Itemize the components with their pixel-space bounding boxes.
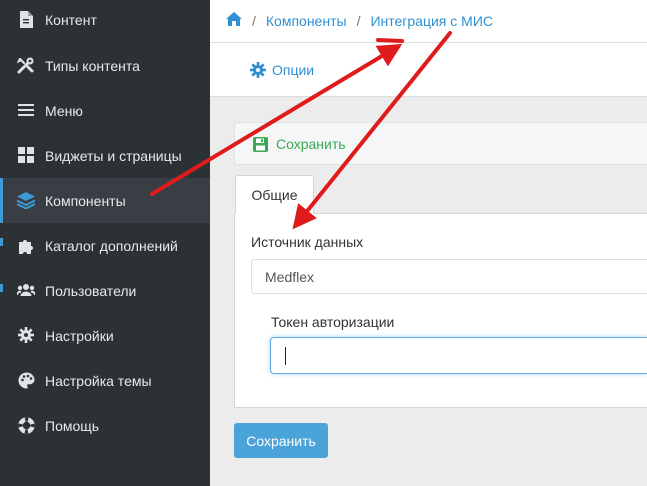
sidebar-item-menu[interactable]: Меню: [0, 88, 210, 133]
sidebar-item-addons-catalog[interactable]: Каталог дополнений: [0, 223, 210, 268]
sidebar-item-label: Компоненты: [45, 192, 126, 209]
sidebar-item-content-types[interactable]: Типы контента: [0, 43, 210, 88]
sidebar-item-label: Каталог дополнений: [45, 237, 178, 254]
sidebar: Контент Типы контента Меню Виджеты и стр…: [0, 0, 210, 486]
sidebar-item-label: Настройка темы: [45, 372, 152, 389]
text-caret: [285, 347, 286, 365]
breadcrumb-current[interactable]: Интеграция с МИС: [370, 13, 493, 29]
data-source-value: Medflex: [265, 268, 315, 285]
home-icon[interactable]: [226, 12, 242, 29]
palette-icon: [17, 371, 35, 389]
auth-token-input[interactable]: [270, 337, 647, 374]
sidebar-item-label: Настройки: [45, 327, 114, 344]
toolbar-save-label: Сохранить: [276, 136, 346, 152]
gear-icon: [250, 62, 266, 78]
sidebar-item-theme-settings[interactable]: Настройка темы: [0, 358, 210, 403]
data-source-select[interactable]: Medflex: [251, 259, 647, 294]
sidebar-item-widgets[interactable]: Виджеты и страницы: [0, 133, 210, 178]
breadcrumb-components-link[interactable]: Компоненты: [266, 13, 347, 29]
sidebar-item-users[interactable]: Пользователи: [0, 268, 210, 313]
options-bar: Опции: [210, 43, 647, 97]
breadcrumb-separator: /: [356, 12, 361, 29]
options-button[interactable]: Опции: [250, 62, 314, 78]
widgets-icon: [17, 146, 35, 164]
tools-icon: [17, 56, 35, 74]
tab-general[interactable]: Общие: [235, 175, 314, 214]
puzzle-icon: [17, 236, 35, 254]
users-icon: [17, 281, 35, 299]
data-source-label: Источник данных: [251, 234, 364, 250]
lifebuoy-icon: [17, 416, 35, 434]
sidebar-item-label: Типы контента: [45, 57, 140, 74]
gear-icon: [17, 326, 35, 344]
sidebar-item-label: Контент: [45, 11, 97, 28]
save-button[interactable]: Сохранить: [234, 423, 328, 458]
sidebar-item-help[interactable]: Помощь: [0, 403, 210, 448]
floppy-icon: [253, 136, 268, 152]
topbar: / Компоненты / Интеграция с МИС: [210, 0, 647, 43]
sidebar-item-label: Помощь: [45, 417, 100, 434]
sidebar-item-content[interactable]: Контент: [0, 0, 210, 42]
breadcrumb-separator: /: [252, 12, 256, 29]
menu-icon: [17, 101, 35, 119]
sidebar-item-label: Пользователи: [45, 282, 137, 299]
file-icon: [17, 10, 35, 28]
layers-icon: [17, 191, 35, 209]
toolbar-save-button[interactable]: Сохранить: [253, 136, 346, 152]
sidebar-item-label: Виджеты и страницы: [45, 147, 182, 164]
sidebar-item-components[interactable]: Компоненты: [0, 178, 210, 223]
sidebar-item-settings[interactable]: Настройки: [0, 313, 210, 358]
sidebar-item-label: Меню: [45, 102, 83, 119]
form-toolbar: Сохранить: [234, 122, 647, 165]
auth-token-label: Токен авторизации: [271, 314, 395, 330]
breadcrumb: / Компоненты / Интеграция с МИС: [226, 12, 493, 29]
options-label: Опции: [272, 62, 315, 78]
